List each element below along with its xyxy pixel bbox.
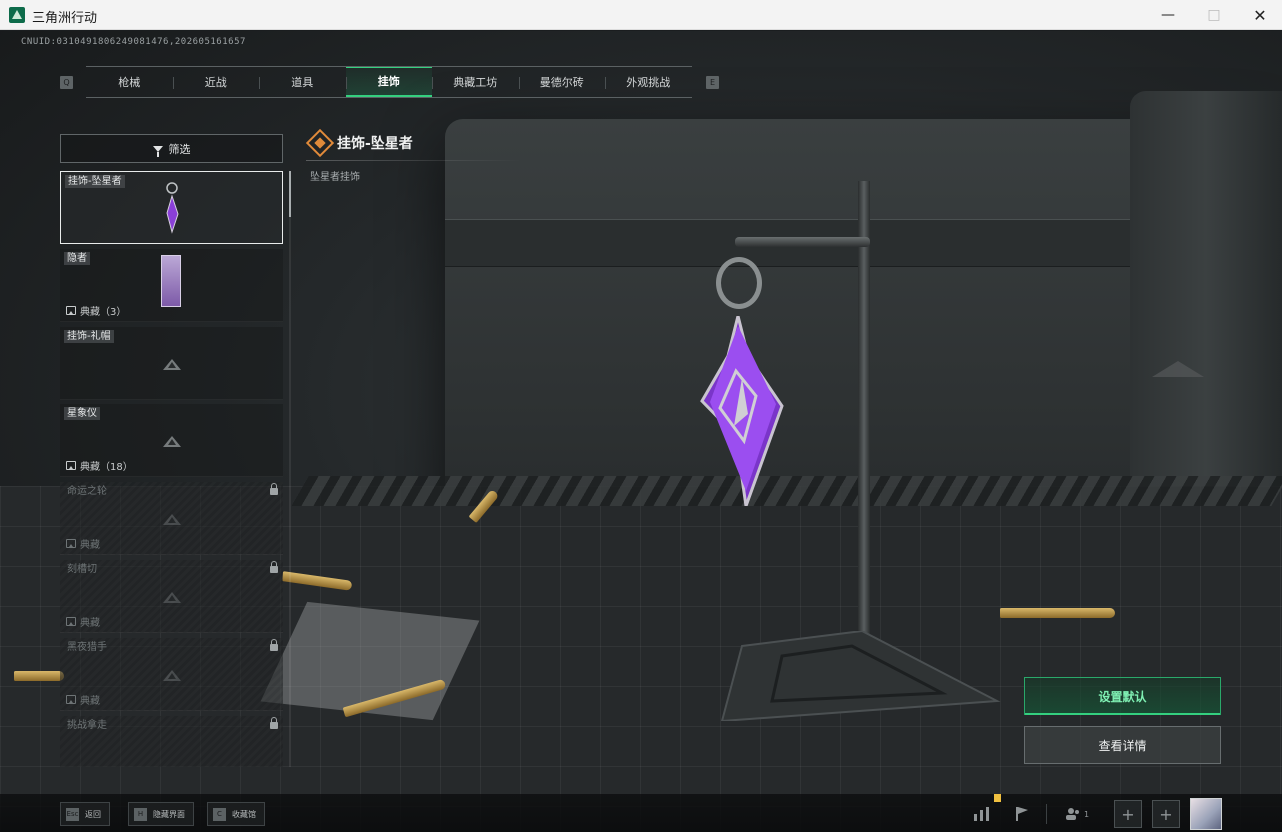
window-titlebar: 三角洲行动 — □ ✕ — [0, 0, 1282, 30]
bullet-decoration — [1000, 608, 1115, 618]
rarity-icon — [162, 359, 181, 370]
item-collection-count: 典藏（18） — [66, 458, 133, 473]
item-name: 星象仪 — [64, 407, 100, 420]
item-name: 挂饰-坠星者 — [65, 175, 125, 188]
game-scene: CNUID:0310491806249081476,202605161657 Q… — [0, 31, 1282, 832]
pendant-ring — [716, 257, 762, 309]
pendant-gem-model — [700, 316, 784, 506]
tab-mandel-brick[interactable]: 曼德尔砖 — [518, 67, 606, 97]
filter-button[interactable]: 筛选 — [60, 134, 283, 163]
avatar[interactable] — [1190, 798, 1222, 830]
friends-icon[interactable]: 1 — [1060, 802, 1094, 826]
rarity-icon — [162, 436, 181, 447]
tab-props[interactable]: 道具 — [259, 67, 346, 97]
filter-label: 筛选 — [168, 142, 191, 156]
display-stand-pole — [858, 181, 870, 641]
rarity-icon — [162, 592, 181, 603]
filter-icon — [152, 145, 163, 157]
app-logo-icon — [9, 7, 25, 23]
back-hint[interactable]: Esc 返回 — [60, 802, 110, 826]
collection-icon — [66, 695, 76, 704]
lock-icon — [270, 483, 278, 495]
pendant-thumbnail — [166, 182, 179, 234]
tab-prev-key[interactable]: Q — [60, 76, 73, 89]
key-c: C — [213, 807, 226, 821]
list-item[interactable]: 挂饰-坠星者 — [60, 171, 283, 244]
list-item[interactable]: 挂饰-礼帽 — [60, 327, 283, 400]
friends-count: 1 — [1083, 809, 1090, 819]
minimize-button[interactable]: — — [1145, 0, 1191, 30]
list-item[interactable]: 刻槽切 典藏 — [60, 560, 283, 633]
item-collection-count: 典藏 — [66, 536, 100, 551]
collection-icon — [66, 539, 76, 548]
list-item[interactable]: 挑战拿走 — [60, 716, 283, 767]
charm-category-icon — [305, 128, 335, 158]
list-item[interactable]: 星象仪 典藏（18） — [60, 404, 283, 477]
chevron-decoration — [1152, 361, 1204, 377]
list-scrollbar-thumb[interactable] — [289, 171, 291, 217]
list-item[interactable]: 隐者 典藏（3） — [60, 249, 283, 322]
add-party-slot-button[interactable]: + — [1152, 800, 1180, 828]
add-party-slot-button[interactable]: + — [1114, 800, 1142, 828]
tab-next-key[interactable]: E — [706, 76, 719, 89]
notification-badge — [994, 794, 1001, 802]
item-name: 黑夜猎手 — [67, 642, 107, 653]
item-detail-subtitle: 坠星者挂饰 — [310, 172, 360, 183]
flag-icon[interactable] — [1010, 802, 1034, 826]
set-default-button[interactable]: 设置默认 — [1024, 677, 1221, 715]
close-button[interactable]: ✕ — [1237, 0, 1282, 30]
divider — [306, 160, 521, 161]
rarity-icon — [162, 514, 181, 525]
list-item[interactable]: 命运之轮 典藏 — [60, 482, 283, 555]
tab-appearance-challenge[interactable]: 外观挑战 — [605, 67, 692, 97]
item-name: 隐者 — [64, 252, 90, 265]
maximize-button[interactable]: □ — [1191, 0, 1237, 30]
item-collection-count: 典藏 — [66, 614, 100, 629]
item-detail-title: 挂饰-坠星者 — [337, 136, 413, 152]
key-h: H — [134, 807, 147, 821]
item-name: 挂饰-礼帽 — [64, 330, 114, 343]
key-esc: Esc — [66, 807, 79, 821]
uid-label: CNUID:0310491806249081476,202605161657 — [21, 37, 246, 47]
display-stand-base — [720, 631, 1001, 721]
charm-item-list: 挂饰-坠星者 隐者 典藏（3） 挂饰-礼帽 星象仪 典藏（18） 命运之轮 典藏 — [60, 171, 283, 767]
collection-icon — [66, 617, 76, 626]
tab-charms[interactable]: 挂饰 — [345, 67, 432, 97]
window-title: 三角洲行动 — [32, 11, 98, 26]
rarity-icon — [162, 670, 181, 681]
item-name: 挑战拿走 — [67, 720, 107, 731]
display-stand-arm — [735, 237, 870, 247]
bullet-decoration — [14, 671, 64, 681]
category-tabbar: 枪械 近战 道具 挂饰 典藏工坊 曼德尔砖 外观挑战 — [86, 66, 692, 98]
item-name: 命运之轮 — [67, 486, 107, 497]
lock-icon — [270, 561, 278, 573]
item-name: 刻槽切 — [67, 564, 97, 575]
list-scrollbar[interactable] — [289, 171, 291, 767]
tab-collection-workshop[interactable]: 典藏工坊 — [432, 67, 519, 97]
item-collection-count: 典藏（3） — [66, 303, 126, 318]
list-item[interactable]: 黑夜猎手 典藏 — [60, 638, 283, 711]
stats-icon[interactable] — [970, 802, 994, 826]
hide-ui-hint[interactable]: H 隐藏界面 — [128, 802, 194, 826]
collection-icon — [66, 461, 76, 470]
collection-hall-hint[interactable]: C 收藏馆 — [207, 802, 265, 826]
collection-icon — [66, 306, 76, 315]
view-details-button[interactable]: 查看详情 — [1024, 726, 1221, 764]
item-collection-count: 典藏 — [66, 692, 100, 707]
item-thumbnail — [161, 255, 181, 307]
lock-icon — [270, 639, 278, 651]
tab-guns[interactable]: 枪械 — [86, 67, 173, 97]
lock-icon — [270, 717, 278, 729]
tab-melee[interactable]: 近战 — [172, 67, 260, 97]
